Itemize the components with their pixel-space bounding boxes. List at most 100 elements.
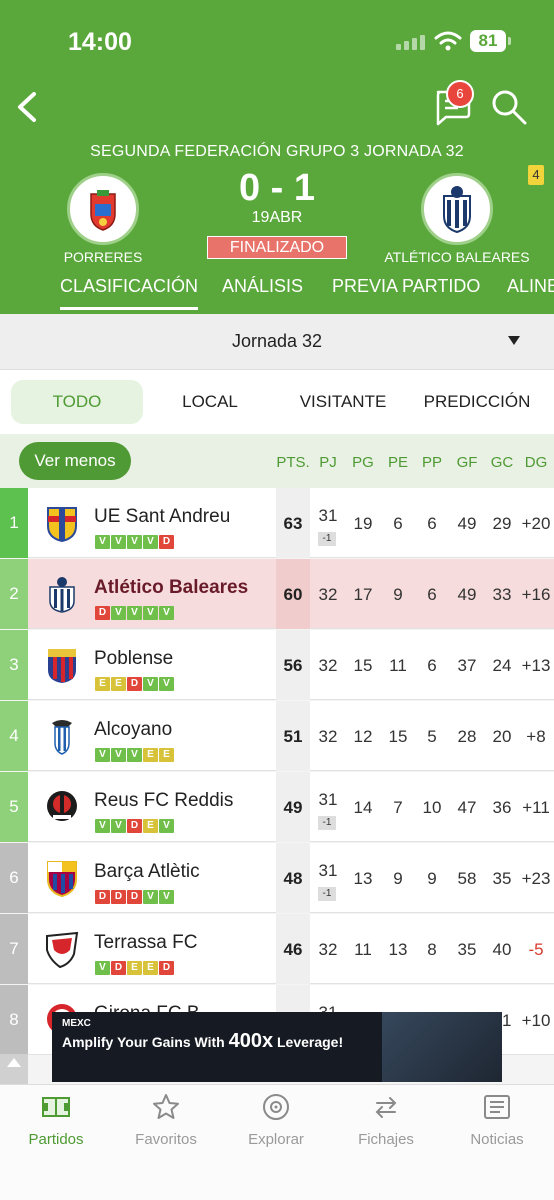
tab-alineaciones[interactable]: ALINEA (507, 276, 554, 297)
gf-value: 35 (457, 940, 477, 959)
form-result: V (159, 890, 174, 904)
col-pp: PP (421, 454, 442, 471)
form-result: E (143, 961, 158, 975)
form-strip: VDEED (95, 957, 175, 975)
pts-value: 46 (283, 940, 303, 959)
form-result: V (159, 606, 174, 620)
match-header: 14:00 81 6 SEGUNDA FEDERACIÓN GRUPO 3 JO… (0, 0, 554, 314)
col-gf: GF (456, 454, 478, 471)
standings-header: Ver menos PTS. PJ PG PE PP GF GC DG (0, 434, 554, 488)
tab-analisis[interactable]: ANÁLISIS (222, 276, 303, 297)
home-team-crest[interactable] (67, 173, 139, 245)
home-team-name[interactable]: PORRERES (28, 249, 178, 265)
nav-label: Noticias (470, 1131, 524, 1148)
penalty-badge: -1 (318, 816, 336, 830)
form-result: V (143, 677, 158, 691)
notification-badge: 6 (446, 80, 474, 108)
form-result: D (159, 535, 174, 549)
col-pts: PTS. (276, 454, 310, 471)
poblense-crest-icon (48, 649, 76, 683)
pp-value: 6 (427, 585, 437, 604)
form-result: E (95, 677, 110, 691)
search-icon[interactable] (490, 88, 528, 126)
pitch-icon (42, 1097, 70, 1117)
table-row[interactable]: 4 Alcoyano VVVEE 51 32 12 15 5 28 20 +8 (0, 701, 554, 771)
tab-previa-partido[interactable]: PREVIA PARTIDO (332, 276, 480, 297)
position-cell: 8 (0, 985, 28, 1055)
ver-menos-button[interactable]: Ver menos (19, 442, 131, 480)
gc-value: 20 (492, 727, 512, 746)
round-label: Jornada 32 (231, 331, 323, 351)
filter-prediccion[interactable]: PREDICCIÓN (414, 380, 540, 424)
form-strip: EEDVV (95, 673, 175, 691)
col-gc: GC (490, 454, 514, 471)
barca-crest-icon (47, 861, 77, 897)
dg-value: +11 (522, 798, 550, 817)
pj-value: 31 (318, 790, 338, 809)
table-row[interactable]: 6 Barça Atlètic DDDVV 48 31 -1 13 9 9 58… (0, 843, 554, 913)
form-result: D (159, 961, 174, 975)
pj-value: 31 (318, 861, 338, 880)
nav-explorar[interactable]: Explorar (221, 1093, 331, 1148)
star-icon (153, 1094, 179, 1119)
form-result: E (111, 677, 126, 691)
match-tabs: CLASIFICACIÓN ANÁLISIS PREVIA PARTIDO AL… (0, 276, 554, 314)
position-cell: 7 (0, 914, 28, 984)
form-result: V (143, 606, 158, 620)
pj-value: 32 (318, 727, 338, 746)
pe-value: 6 (393, 514, 403, 533)
form-result: E (143, 748, 158, 762)
filter-visitante[interactable]: VISITANTE (280, 380, 406, 424)
away-team-crest[interactable] (421, 173, 493, 245)
nav-favoritos[interactable]: Favoritos (111, 1093, 221, 1148)
pts-value: 63 (283, 514, 303, 533)
signal-icon (396, 34, 426, 50)
nav-label: Explorar (248, 1131, 304, 1148)
dg-value: +20 (521, 514, 551, 533)
gf-value: 49 (457, 585, 477, 604)
gf-value: 58 (457, 869, 477, 888)
filter-local[interactable]: LOCAL (150, 380, 270, 424)
form-result: D (95, 606, 110, 620)
pg-value: 12 (353, 727, 373, 746)
filter-todo[interactable]: TODO (11, 380, 143, 424)
pts-value: 49 (283, 798, 303, 817)
table-row[interactable]: 5 Reus FC Reddis VVDEV 49 31 -1 14 7 10 … (0, 772, 554, 842)
pj-value: 31 (318, 506, 338, 525)
team-name: Alcoyano (94, 719, 173, 740)
nav-partidos[interactable]: Partidos (1, 1093, 111, 1148)
match-score: 0 - 1 (238, 167, 316, 209)
ad-headline: Amplify Your Gains With 400x Leverage! (62, 1030, 343, 1053)
form-result: D (111, 961, 126, 975)
form-result: E (159, 748, 174, 762)
table-row-highlighted[interactable]: 2 Atlético Baleares DVVVV 60 32 17 9 6 4… (0, 559, 554, 629)
team-name: UE Sant Andreu (94, 506, 231, 527)
nav-noticias[interactable]: Noticias (442, 1093, 552, 1148)
nav-fichajes[interactable]: Fichajes (331, 1093, 441, 1148)
table-row[interactable]: 3 Poblense EEDVV 56 32 15 11 6 37 24 +13 (0, 630, 554, 700)
back-button[interactable] (12, 90, 42, 124)
table-row[interactable]: 1 UE Sant Andreu VVVVD 63 31 -1 19 6 6 4… (0, 488, 554, 558)
team-name: Reus FC Reddis (94, 790, 234, 811)
away-team-name[interactable]: ATLÉTICO BALEARES (382, 249, 532, 265)
position-cell: 3 (0, 630, 28, 700)
status-time: 14:00 (68, 28, 132, 56)
scroll-up-button[interactable] (0, 1054, 28, 1084)
dg-value: -5 (528, 940, 544, 959)
ad-text-after: Leverage! (273, 1034, 344, 1050)
form-strip: VVDEV (95, 815, 175, 833)
round-selector[interactable]: Jornada 32 (0, 314, 554, 370)
pe-value: 15 (388, 727, 408, 746)
position-cell: 2 (0, 559, 28, 629)
dg-value: +16 (521, 585, 551, 604)
ad-banner[interactable]: MEXC Amplify Your Gains With 400x Levera… (52, 1012, 502, 1082)
pp-value: 8 (427, 940, 437, 959)
match-date: 19ABR (251, 209, 303, 226)
pg-value: 17 (353, 585, 373, 604)
yellow-card-badge: 4 (528, 165, 544, 185)
form-result: V (111, 606, 126, 620)
tab-clasificacion[interactable]: CLASIFICACIÓN (60, 276, 199, 310)
col-pj: PJ (319, 454, 337, 471)
col-pe: PE (387, 454, 408, 471)
table-row[interactable]: 7 Terrassa FC VDEED 46 32 11 13 8 35 40 … (0, 914, 554, 984)
